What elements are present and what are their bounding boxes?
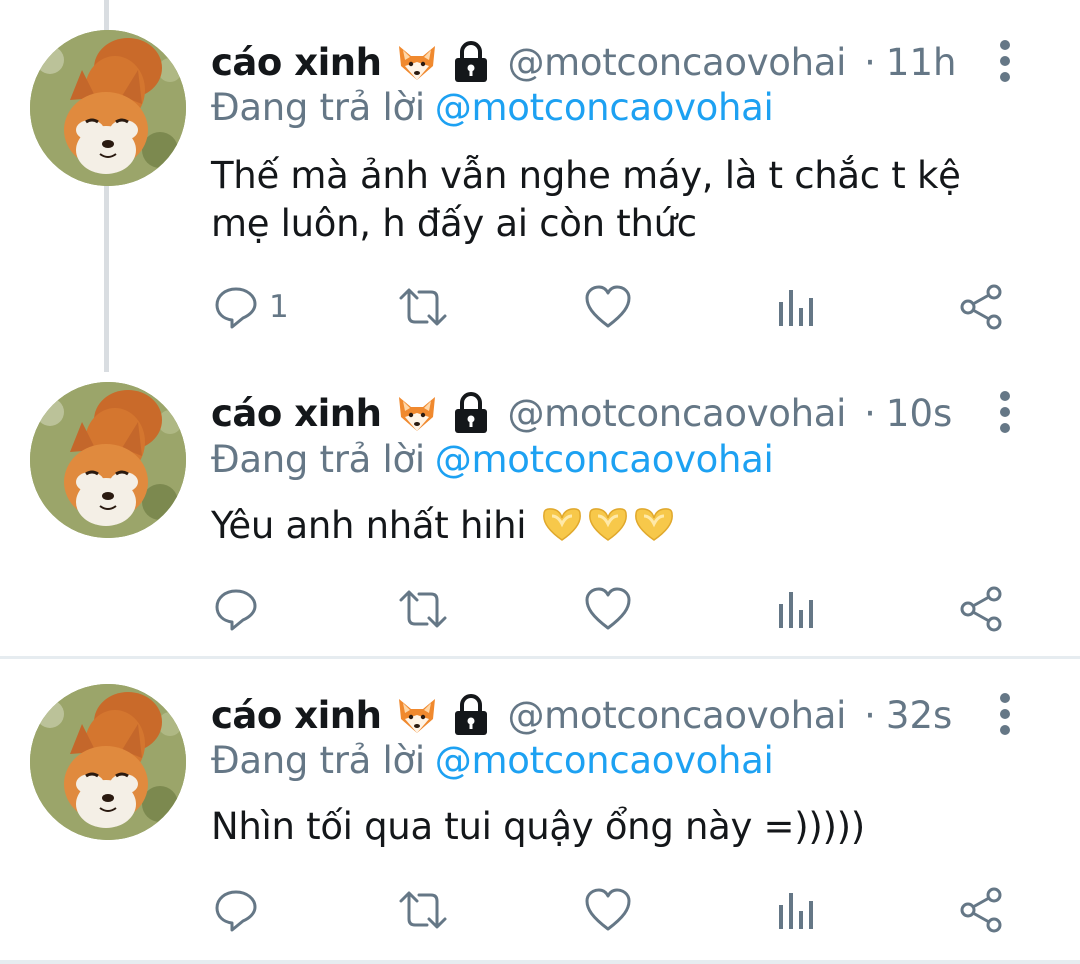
analytics-button[interactable]: [775, 885, 815, 935]
retweet-button[interactable]: [397, 885, 449, 935]
tweet[interactable]: cáo xinh @motconcaovohai · 11h Đang trả …: [0, 0, 1080, 372]
retweet-button[interactable]: [397, 282, 449, 332]
tweet-actions: [211, 584, 1011, 634]
tweet[interactable]: cáo xinh @motconcaovohai · 32s Đang trả …: [0, 659, 1080, 959]
replying-to-mention[interactable]: @motconcaovohai: [435, 438, 774, 481]
tweet-text: Yêu anh nhất hihi: [211, 502, 1031, 550]
tweet-text-line: mẹ luôn, h đấy ai còn thức: [211, 202, 697, 245]
reply-button[interactable]: 1: [213, 282, 289, 332]
tweet-header: cáo xinh @motconcaovohai · 10s: [211, 388, 1060, 438]
heart-hands-icon: [586, 506, 630, 542]
replying-to-label: Đang trả lời: [211, 739, 425, 782]
lock-icon: [451, 693, 491, 737]
heart-hands-icon: [540, 506, 584, 542]
username-handle[interactable]: @motconcaovohai: [507, 694, 846, 737]
share-icon: [960, 887, 1002, 933]
analytics-button[interactable]: [775, 282, 815, 332]
retweet-icon: [399, 891, 447, 929]
avatar[interactable]: [30, 382, 186, 538]
replying-to-label: Đang trả lời: [211, 86, 425, 129]
lock-icon: [451, 40, 491, 84]
tweet-actions: 1: [211, 282, 1011, 332]
more-vertical-icon[interactable]: [998, 390, 1012, 434]
replying-to: Đang trả lời @motconcaovohai: [211, 86, 774, 129]
tweet-text: Thế mà ảnh vẫn nghe máy, là t chắc t kệ …: [211, 152, 1031, 248]
fox-avatar-image: [30, 382, 186, 538]
replying-to: Đang trả lời @motconcaovohai: [211, 739, 774, 782]
display-name[interactable]: cáo xinh: [211, 41, 382, 84]
more-vertical-icon[interactable]: [998, 692, 1012, 736]
like-icon: [585, 285, 631, 328]
analytics-button[interactable]: [775, 584, 815, 634]
share-icon: [960, 586, 1002, 632]
reply-count: 1: [269, 289, 289, 325]
fox-icon: [395, 693, 439, 737]
separator-dot: ·: [864, 693, 876, 737]
like-icon: [585, 587, 631, 630]
like-button[interactable]: [584, 282, 632, 332]
reply-icon: [215, 890, 257, 932]
reply-button[interactable]: [213, 584, 269, 634]
timestamp[interactable]: 10s: [886, 392, 952, 435]
separator-dot: ·: [864, 40, 876, 84]
fox-avatar-image: [30, 30, 186, 186]
heart-hands-icon: [632, 506, 676, 542]
lock-icon: [451, 391, 491, 435]
fox-icon: [395, 391, 439, 435]
retweet-button[interactable]: [397, 584, 449, 634]
username-handle[interactable]: @motconcaovohai: [507, 41, 846, 84]
separator-dot: ·: [864, 391, 876, 435]
reply-button[interactable]: [213, 885, 269, 935]
analytics-icon: [779, 592, 813, 628]
fox-icon: [395, 40, 439, 84]
timestamp[interactable]: 32s: [886, 694, 952, 737]
tweet[interactable]: cáo xinh @motconcaovohai · 10s Đang trả …: [0, 372, 1080, 656]
reply-icon: [215, 287, 257, 329]
reply-icon: [215, 589, 257, 631]
tweet-text-line: Yêu anh nhất hihi: [211, 504, 527, 547]
avatar[interactable]: [30, 684, 186, 840]
username-handle[interactable]: @motconcaovohai: [507, 392, 846, 435]
replying-to-mention[interactable]: @motconcaovohai: [435, 739, 774, 782]
like-button[interactable]: [584, 885, 632, 935]
replying-to-label: Đang trả lời: [211, 438, 425, 481]
tweet-header: cáo xinh @motconcaovohai · 32s: [211, 690, 1060, 740]
retweet-icon: [399, 590, 447, 628]
display-name[interactable]: cáo xinh: [211, 694, 382, 737]
like-button[interactable]: [584, 584, 632, 634]
replying-to-mention[interactable]: @motconcaovohai: [435, 86, 774, 129]
more-vertical-icon[interactable]: [998, 39, 1012, 83]
analytics-icon: [779, 893, 813, 929]
tweet-text-line: Nhìn tối qua tui quậy ổng này =))))): [211, 805, 865, 848]
tweet-divider: [0, 960, 1080, 964]
retweet-icon: [399, 288, 447, 326]
share-button[interactable]: [959, 584, 1005, 634]
share-icon: [960, 284, 1002, 330]
tweet-text: Nhìn tối qua tui quậy ổng này =))))): [211, 803, 1031, 851]
fox-avatar-image: [30, 684, 186, 840]
analytics-icon: [779, 290, 813, 326]
tweet-actions: [211, 885, 1011, 935]
share-button[interactable]: [959, 885, 1005, 935]
tweet-text-line: Thế mà ảnh vẫn nghe máy, là t chắc t kệ: [211, 154, 961, 197]
avatar[interactable]: [30, 30, 186, 186]
share-button[interactable]: [959, 282, 1005, 332]
display-name[interactable]: cáo xinh: [211, 392, 382, 435]
replying-to: Đang trả lời @motconcaovohai: [211, 438, 774, 481]
like-icon: [585, 888, 631, 931]
tweet-header: cáo xinh @motconcaovohai · 11h: [211, 37, 1060, 87]
timestamp[interactable]: 11h: [886, 41, 957, 84]
